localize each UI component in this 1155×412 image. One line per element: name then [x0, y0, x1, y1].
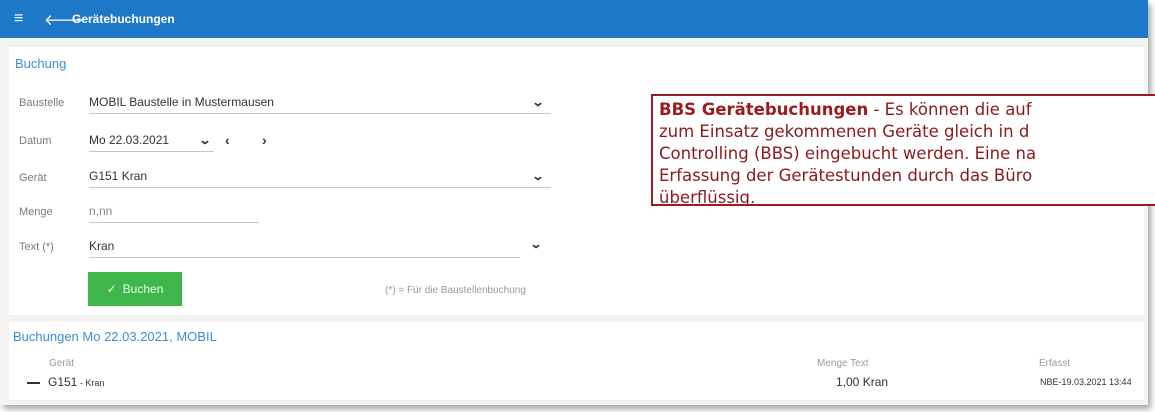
- menge-placeholder: n,nn: [89, 204, 113, 218]
- callout-line1: - Es können die auf: [868, 100, 1032, 119]
- text-select[interactable]: Kran: [89, 235, 520, 258]
- text-value: Kran: [89, 239, 115, 253]
- callout-line5: überflüssig.: [659, 188, 756, 206]
- chevron-down-icon: ⌄: [531, 95, 545, 109]
- bookings-list-card: Buchungen Mo 22.03.2021, MOBIL Gerät Men…: [9, 322, 1144, 400]
- required-hint: (*) = Für die Baustellenbuchung: [385, 285, 526, 296]
- table-row-menge-text: 1,00 Kran: [836, 375, 888, 389]
- column-menge-text: Menge Text: [817, 358, 869, 369]
- buchen-button-label: Buchen: [122, 282, 164, 296]
- row-erfasst: NBE-19.03.2021 13:44: [1040, 377, 1132, 387]
- menge-input[interactable]: n,nn: [89, 200, 259, 223]
- bookings-section-title: Buchungen Mo 22.03.2021, MOBIL: [13, 329, 217, 344]
- geraet-label: Gerät: [19, 172, 47, 184]
- text-label: Text (*): [19, 241, 54, 253]
- app-header: ≡ 🡐 Gerätebuchungen: [0, 0, 1148, 38]
- datum-select[interactable]: Mo 22.03.2021 ⌄: [89, 129, 214, 152]
- booking-section-title: Buchung: [15, 56, 67, 71]
- datum-value: Mo 22.03.2021: [89, 133, 170, 147]
- callout-line2: zum Einsatz gekommenen Geräte gleich in …: [659, 122, 1030, 141]
- collapse-row-icon[interactable]: [27, 382, 40, 384]
- previous-day-button[interactable]: ‹: [225, 132, 230, 148]
- chevron-down-icon[interactable]: ⌄: [529, 237, 542, 251]
- check-icon: ✓: [106, 282, 117, 296]
- next-day-button[interactable]: ›: [262, 132, 267, 148]
- row-text: Kran: [862, 375, 889, 389]
- chevron-down-icon: ⌄: [198, 133, 212, 147]
- callout-title: BBS Gerätebuchungen: [659, 100, 869, 119]
- menge-label: Menge: [19, 206, 53, 218]
- arrow-left-icon[interactable]: 🡐: [44, 10, 84, 29]
- geraet-select[interactable]: G151 Kran ⌄: [89, 165, 551, 188]
- buchen-button[interactable]: ✓ Buchen: [88, 272, 182, 306]
- row-geraet-name: - Kran: [77, 378, 105, 388]
- baustelle-value: MOBIL Baustelle in Mustermausen: [89, 95, 274, 109]
- callout-line3: Controlling (BBS) eingebucht werden. Ein…: [659, 144, 1037, 163]
- column-erfasst: Erfasst: [1039, 358, 1071, 369]
- chevron-down-icon: ⌄: [531, 169, 545, 183]
- baustelle-label: Baustelle: [19, 97, 65, 109]
- feature-callout: BBS Gerätebuchungen - Es können die auf …: [651, 94, 1155, 206]
- row-menge: 1,00: [836, 375, 860, 389]
- callout-line4: Erfassung der Gerätestunden durch das Bü…: [659, 166, 1033, 185]
- page-title: Gerätebuchungen: [72, 12, 175, 26]
- baustelle-select[interactable]: MOBIL Baustelle in Mustermausen ⌄: [89, 91, 551, 114]
- row-geraet-code: G151: [48, 375, 78, 389]
- hamburger-icon[interactable]: ≡: [14, 10, 32, 28]
- geraet-value: G151 Kran: [89, 169, 148, 183]
- column-geraet: Gerät: [49, 358, 75, 369]
- table-row-geraet[interactable]: G151 - Kran: [48, 375, 104, 389]
- datum-label: Datum: [19, 135, 52, 147]
